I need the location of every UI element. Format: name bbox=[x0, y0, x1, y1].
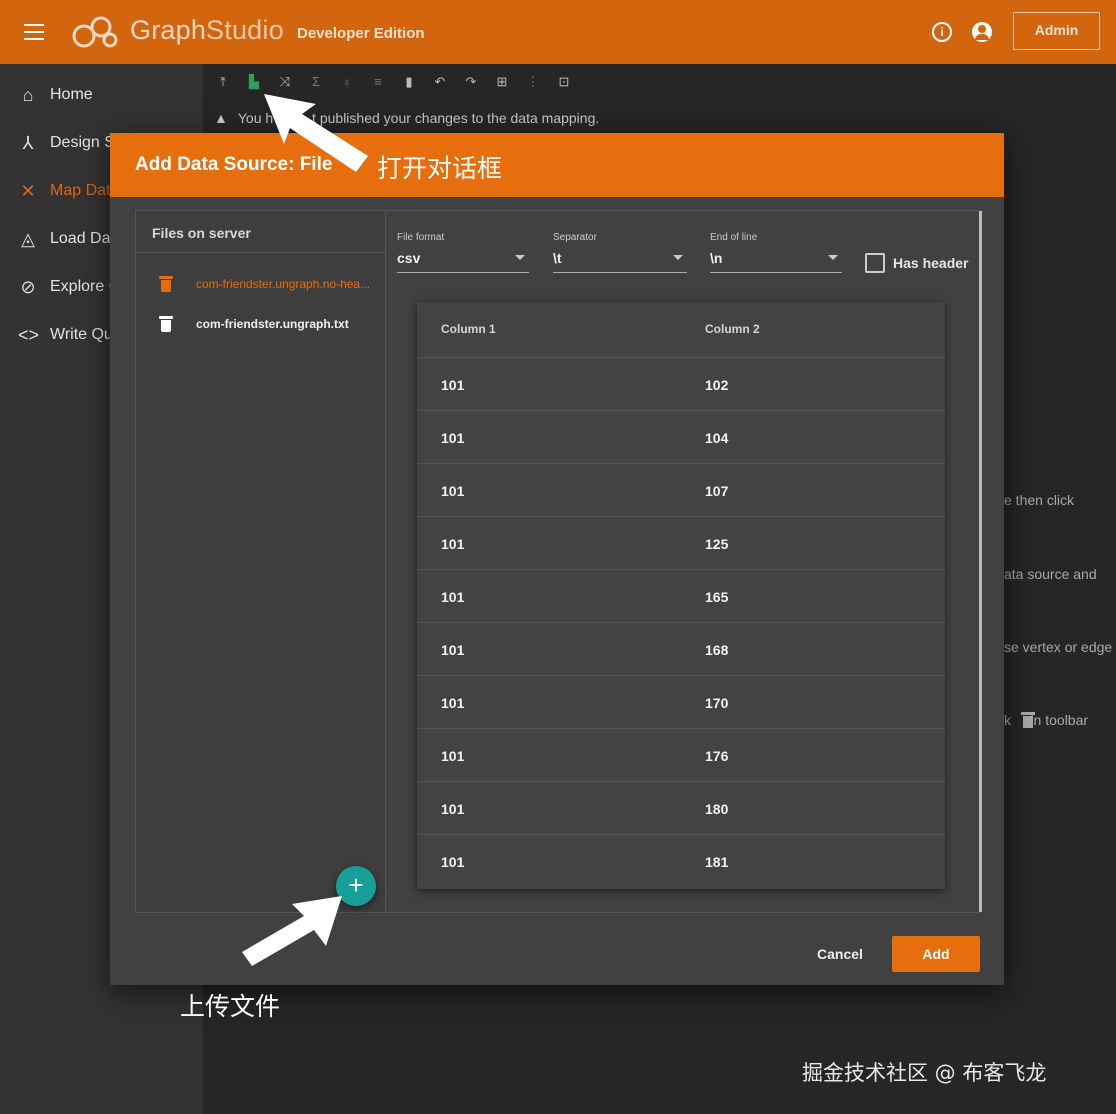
annotation-arrows bbox=[242, 94, 368, 966]
annotation-open-dialog: 打开对话框 bbox=[377, 154, 503, 183]
annotation-upload-file: 上传文件 bbox=[180, 992, 281, 1021]
arrow-to-toolbar bbox=[264, 94, 368, 172]
watermark: 掘金技术社区 @ 布客飞龙 bbox=[802, 1061, 1047, 1085]
arrow-to-upload bbox=[242, 896, 342, 966]
